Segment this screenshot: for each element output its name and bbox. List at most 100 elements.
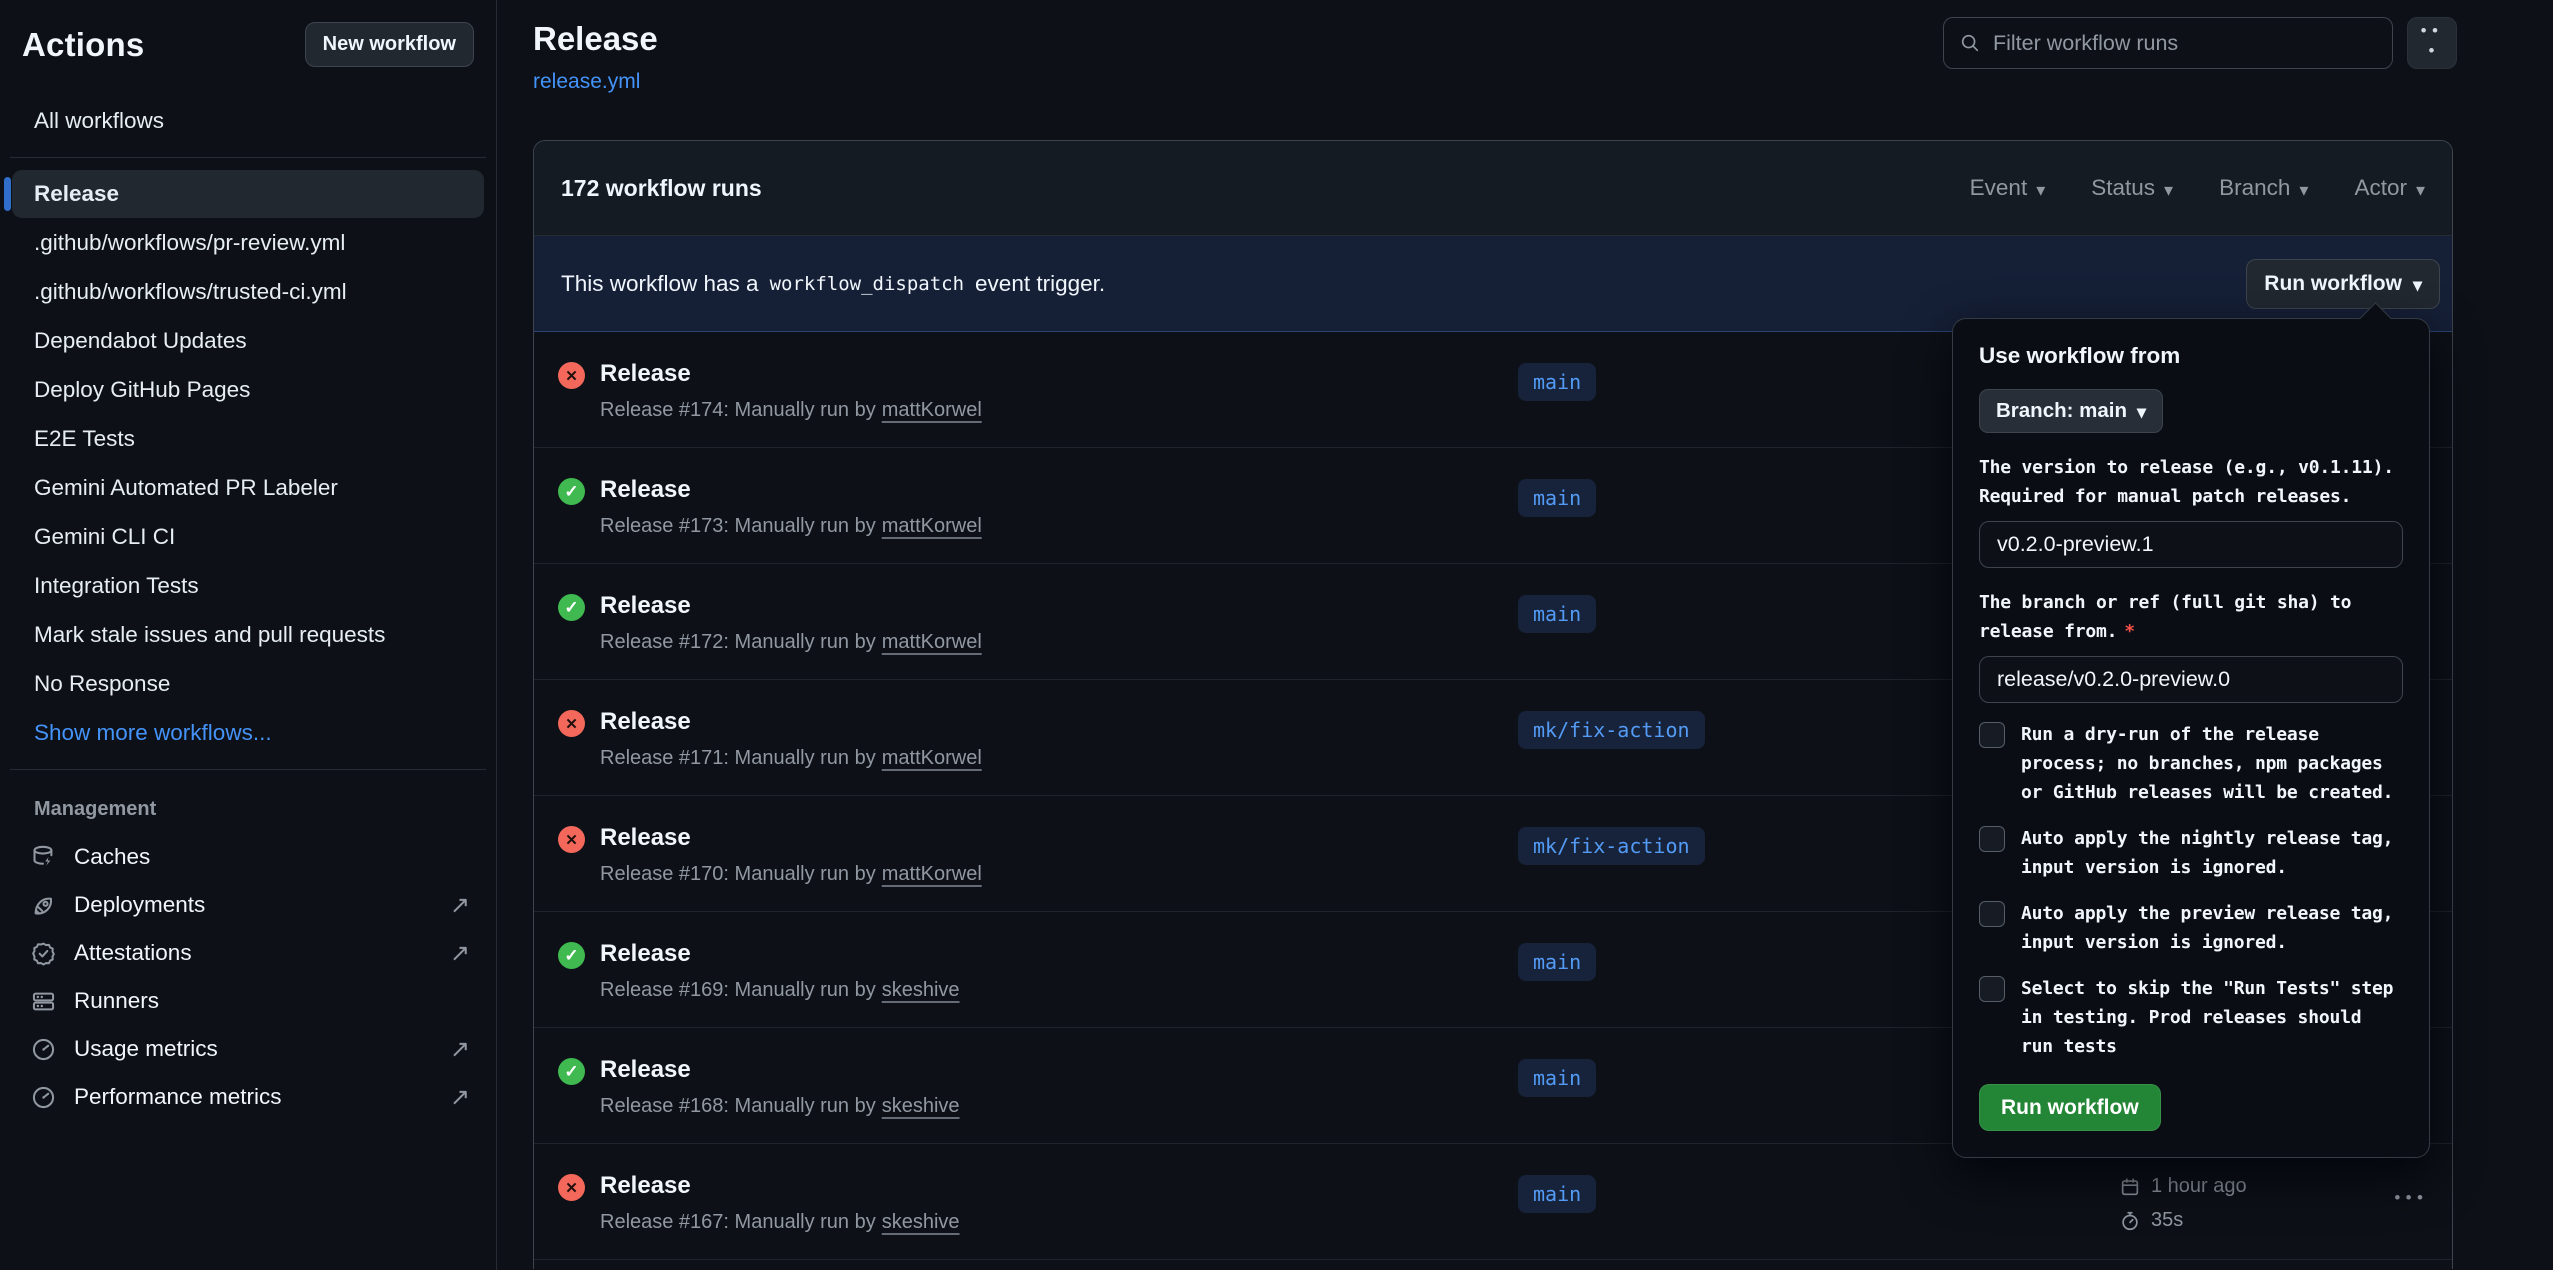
branch-badge[interactable]: mk/fix-action [1518, 711, 1705, 749]
external-link-icon: ↗ [450, 1083, 470, 1112]
popover-heading: Use workflow from [1979, 343, 2403, 369]
run-title-link[interactable]: Release [600, 1172, 691, 1200]
run-kebab-menu-button[interactable] [2394, 1188, 2424, 1208]
management-section-label: Management [0, 782, 496, 833]
branch-selector-button[interactable]: Branch: main [1979, 389, 2163, 433]
actor-link[interactable]: skeshive [882, 1211, 960, 1233]
new-workflow-button[interactable]: New workflow [305, 22, 474, 67]
success-icon [558, 942, 585, 969]
workflow-run-row [534, 1260, 2452, 1269]
sidebar-item-attestations[interactable]: Attestations ↗ [12, 929, 484, 977]
run-title-link[interactable]: Release [600, 940, 691, 968]
skip-tests-checkbox-row[interactable]: Select to skip the "Run Tests" step in t… [1979, 974, 2403, 1061]
workflow-run-row[interactable]: Release Release #167: Manually run byske… [534, 1144, 2452, 1260]
show-more-workflows-link[interactable]: Show more workflows... [12, 709, 484, 757]
branch-badge[interactable]: main [1518, 1059, 1596, 1097]
sidebar-item-all-workflows[interactable]: All workflows [12, 97, 484, 145]
sidebar-item-mark-stale[interactable]: Mark stale issues and pull requests [12, 611, 484, 659]
actor-link[interactable]: skeshive [882, 979, 960, 1001]
branch-badge[interactable]: main [1518, 479, 1596, 517]
filter-branch[interactable]: Branch [2219, 175, 2308, 201]
meter-icon [30, 1036, 57, 1063]
branch-badge[interactable]: mk/fix-action [1518, 827, 1705, 865]
external-link-icon: ↗ [450, 939, 470, 968]
version-input[interactable] [1979, 521, 2403, 568]
checkbox-icon[interactable] [1979, 722, 2005, 748]
failure-icon [558, 710, 585, 737]
sidebar-item-gemini-pr-labeler[interactable]: Gemini Automated PR Labeler [12, 464, 484, 512]
main-content: Release release.yml 172 workflow runs Ev… [497, 0, 2553, 1270]
run-title-link[interactable]: Release [600, 824, 691, 852]
sidebar-item-usage-metrics[interactable]: Usage metrics ↗ [12, 1025, 484, 1073]
actions-sidebar: Actions New workflow All workflows Relea… [0, 0, 497, 1270]
runs-count: 172 workflow runs [561, 175, 762, 202]
sidebar-item-trusted-ci[interactable]: .github/workflows/trusted-ci.yml [12, 268, 484, 316]
filter-event[interactable]: Event [1970, 175, 2046, 201]
meter-icon [30, 1084, 57, 1111]
branch-badge[interactable]: main [1518, 1175, 1596, 1213]
sidebar-item-no-response[interactable]: No Response [12, 660, 484, 708]
run-duration: 35s [2151, 1209, 2183, 1232]
actor-link[interactable]: mattKorwel [882, 863, 982, 885]
calendar-icon [2119, 1176, 2141, 1198]
run-meta: 1 hour ago 35s [2119, 1175, 2247, 1232]
sidebar-item-gemini-cli-ci[interactable]: Gemini CLI CI [12, 513, 484, 561]
branch-badge[interactable]: main [1518, 943, 1596, 981]
filter-actor[interactable]: Actor [2354, 175, 2425, 201]
sidebar-item-performance-metrics[interactable]: Performance metrics ↗ [12, 1073, 484, 1121]
actor-link[interactable]: mattKorwel [882, 399, 982, 421]
page-kebab-menu-button[interactable] [2407, 17, 2457, 69]
run-title-link[interactable]: Release [600, 592, 691, 620]
sidebar-item-integration-tests[interactable]: Integration Tests [12, 562, 484, 610]
sidebar-title: Actions [22, 26, 144, 64]
filter-workflow-runs-search[interactable] [1943, 17, 2393, 69]
filter-status[interactable]: Status [2091, 175, 2173, 201]
sidebar-item-runners[interactable]: Runners [12, 977, 484, 1025]
actor-link[interactable]: mattKorwel [882, 747, 982, 769]
sidebar-item-deploy-github-pages[interactable]: Deploy GitHub Pages [12, 366, 484, 414]
filter-bar: Event Status Branch Actor [1970, 175, 2425, 201]
sidebar-item-deployments[interactable]: Deployments ↗ [12, 881, 484, 929]
sidebar-item-caches[interactable]: Caches [12, 833, 484, 881]
checkbox-icon[interactable] [1979, 976, 2005, 1002]
sidebar-item-dependabot-updates[interactable]: Dependabot Updates [12, 317, 484, 365]
run-title-link[interactable]: Release [600, 708, 691, 736]
sidebar-divider [10, 769, 486, 770]
failure-icon [558, 1174, 585, 1201]
workflow-file-link[interactable]: release.yml [533, 70, 640, 94]
verified-badge-icon [30, 940, 57, 967]
dry-run-checkbox-row[interactable]: Run a dry-run of the release process; no… [1979, 720, 2403, 807]
run-title-link[interactable]: Release [600, 1056, 691, 1084]
workflow-list: Release .github/workflows/pr-review.yml … [0, 170, 496, 757]
checkbox-icon[interactable] [1979, 826, 2005, 852]
selected-accent-bar [4, 177, 11, 211]
branch-badge[interactable]: main [1518, 363, 1596, 401]
actor-link[interactable]: mattKorwel [882, 631, 982, 653]
workflow-dispatch-code: workflow_dispatch [770, 273, 964, 295]
ref-field-label: The branch or ref (full git sha) to rele… [1979, 588, 2403, 646]
run-started: 1 hour ago [2151, 1175, 2247, 1198]
actor-link[interactable]: skeshive [882, 1095, 960, 1117]
required-asterisk: * [2124, 621, 2135, 642]
sidebar-item-e2e-tests[interactable]: E2E Tests [12, 415, 484, 463]
run-title-link[interactable]: Release [600, 360, 691, 388]
failure-icon [558, 362, 585, 389]
nightly-tag-checkbox-row[interactable]: Auto apply the nightly release tag, inpu… [1979, 824, 2403, 882]
chevron-down-icon [2036, 175, 2045, 201]
external-link-icon: ↗ [450, 1035, 470, 1064]
run-title-link[interactable]: Release [600, 476, 691, 504]
search-input[interactable] [1993, 31, 2377, 56]
checkbox-icon[interactable] [1979, 901, 2005, 927]
preview-tag-checkbox-row[interactable]: Auto apply the preview release tag, inpu… [1979, 899, 2403, 957]
sidebar-item-release[interactable]: Release [12, 170, 484, 218]
ref-input[interactable] [1979, 656, 2403, 703]
chevron-down-icon [2299, 175, 2308, 201]
run-workflow-submit-button[interactable]: Run workflow [1979, 1084, 2161, 1131]
run-workflow-dropdown-button[interactable]: Run workflow [2246, 259, 2440, 309]
cache-database-icon [30, 844, 57, 871]
sidebar-item-pr-review[interactable]: .github/workflows/pr-review.yml [12, 219, 484, 267]
success-icon [558, 1058, 585, 1085]
external-link-icon: ↗ [450, 891, 470, 920]
actor-link[interactable]: mattKorwel [882, 515, 982, 537]
branch-badge[interactable]: main [1518, 595, 1596, 633]
